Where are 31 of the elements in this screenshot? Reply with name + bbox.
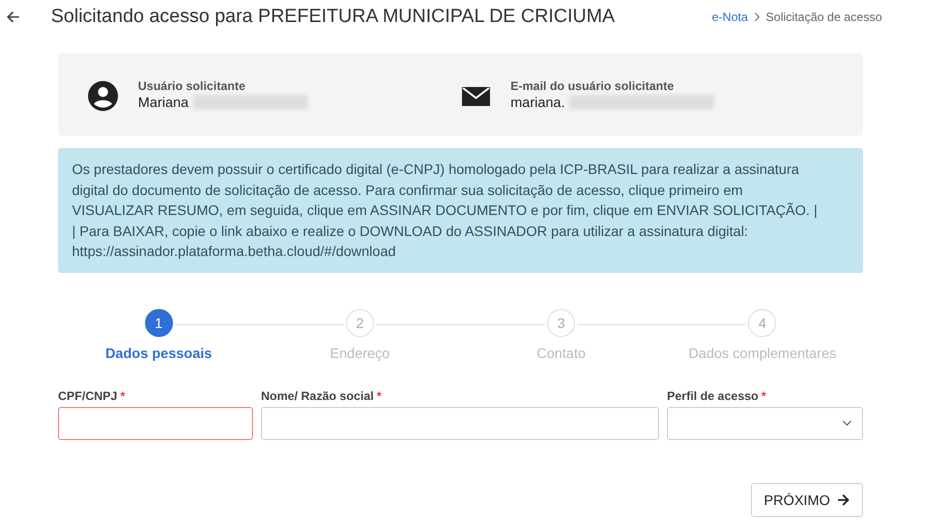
breadcrumb-link[interactable]: e-Nota <box>712 10 748 24</box>
field-label: Perfil de acesso <box>667 388 758 402</box>
field-label: CPF/CNPJ <box>58 388 118 402</box>
chevron-icon <box>752 13 761 21</box>
select-field[interactable] <box>667 406 863 440</box>
step-number[interactable]: 3 <box>547 308 576 336</box>
info-alert: Os prestadores devem possuir o certificado digital (e-CNPJ) homologado pela ICP-BRASIL para realizar a assinatura digital do documento de solicitação de acesso. Para confirmar sua solicitação de acesso, clique primeiro em VISUALIZAR RESUMO, em seguida, clique em ASSINAR DOCUMENTO e por fim, clique em ENVIAR SOLICITAÇÃO. | | Para BAIXAR, copie o link abaixo e realize o DOWNLOAD do ASSINADOR para utilizar a assinatura digital: https://assinador.plataforma.betha.cloud/#/download <box>58 148 863 272</box>
info-label: Usuário solicitante <box>138 78 246 92</box>
caret-icon <box>842 420 852 426</box>
step-number[interactable]: 2 <box>346 308 374 336</box>
required-mark: * <box>376 388 382 402</box>
step-label[interactable]: Dados pessoais <box>105 344 212 360</box>
step-label[interactable]: Endereço <box>330 344 390 360</box>
field-label: Nome/ Razão social <box>261 388 374 402</box>
page-title: Solicitando acesso para PREFEITURA MUNICIPAL DE CRICIUMA <box>51 6 616 28</box>
step-number[interactable]: 1 <box>144 308 173 336</box>
input-field[interactable] <box>58 406 253 440</box>
step-label[interactable]: Dados complementares <box>688 344 836 360</box>
input-field[interactable] <box>261 406 659 440</box>
step-number[interactable]: 4 <box>748 308 776 336</box>
info-label: E-mail do usuário solicitante <box>510 78 675 92</box>
breadcrumb-current: Solicitação de acesso <box>766 10 882 24</box>
user-avatar-icon <box>88 80 118 110</box>
arrow-right-icon <box>837 494 850 506</box>
required-mark: * <box>120 388 126 402</box>
next-button[interactable]: PRÓXIMO <box>750 482 863 516</box>
step-label[interactable]: Contato <box>536 344 586 360</box>
back-arrow-icon[interactable] <box>6 10 20 24</box>
info-value: mariana. <box>510 94 565 110</box>
info-value: Mariana <box>138 94 189 110</box>
required-mark: * <box>761 388 766 402</box>
